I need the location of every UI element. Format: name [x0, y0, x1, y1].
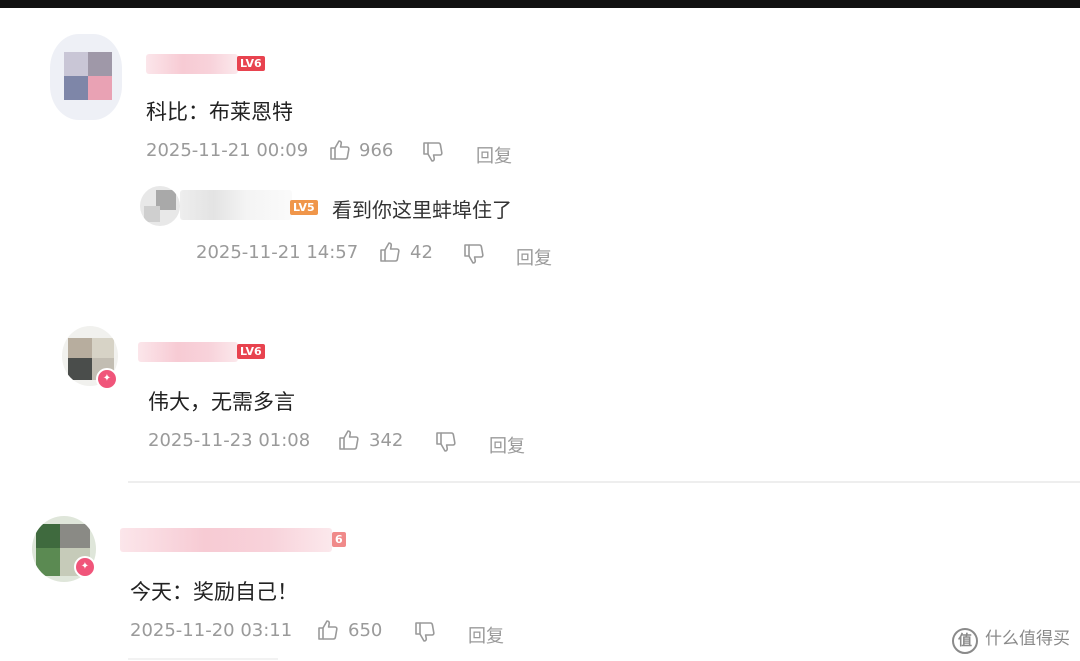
- thumbs-down-icon[interactable]: [462, 242, 486, 266]
- vip-badge-icon: ✦: [96, 368, 118, 390]
- username-blurred[interactable]: [120, 528, 332, 552]
- comment-time: 2025-11-20 03:11: [130, 620, 293, 641]
- level-badge: LV6: [237, 56, 265, 71]
- thumbs-up-icon[interactable]: [378, 240, 402, 264]
- reply-time: 2025-11-21 14:57: [196, 242, 359, 263]
- vip-badge-icon: ✦: [74, 556, 96, 578]
- level-badge: LV6: [237, 344, 265, 359]
- thumbs-up-icon[interactable]: [316, 618, 340, 642]
- comment-text: 科比：布莱恩特: [146, 100, 293, 124]
- thumbs-down-icon[interactable]: [434, 430, 458, 454]
- reply-button[interactable]: 回复: [468, 622, 504, 648]
- thumbs-down-icon[interactable]: [413, 620, 437, 644]
- reply-level-badge: LV5: [290, 200, 318, 215]
- username-blurred[interactable]: [146, 54, 238, 74]
- like-count: 650: [348, 620, 383, 641]
- thumbs-up-icon[interactable]: [328, 138, 352, 162]
- reply-button[interactable]: 回复: [476, 142, 512, 168]
- comment-divider: [128, 658, 278, 660]
- level-badge: 6: [332, 532, 346, 547]
- comment-divider: [128, 481, 1080, 483]
- username-blurred[interactable]: [138, 342, 238, 362]
- like-count: 42: [410, 242, 433, 263]
- reply-text: 看到你这里蚌埠住了: [332, 198, 512, 222]
- comment-time: 2025-11-21 00:09: [146, 140, 309, 161]
- reply-button[interactable]: 回复: [516, 244, 552, 270]
- top-border: [0, 0, 1080, 8]
- comment-text: 今天：奖励自己！: [130, 580, 298, 604]
- like-count: 342: [369, 430, 404, 451]
- reply-button[interactable]: 回复: [489, 432, 525, 458]
- reply-avatar[interactable]: [140, 186, 180, 226]
- watermark-text: 什么值得买: [985, 629, 1070, 649]
- comment-time: 2025-11-23 01:08: [148, 430, 311, 451]
- like-count: 966: [359, 140, 394, 161]
- reply-username-blurred[interactable]: [180, 190, 292, 220]
- zhi-logo-icon: 值: [952, 628, 978, 654]
- thumbs-up-icon[interactable]: [337, 428, 361, 452]
- thumbs-down-icon[interactable]: [421, 140, 445, 164]
- avatar[interactable]: [50, 34, 122, 120]
- comment-text: 伟大，无需多言: [148, 390, 295, 414]
